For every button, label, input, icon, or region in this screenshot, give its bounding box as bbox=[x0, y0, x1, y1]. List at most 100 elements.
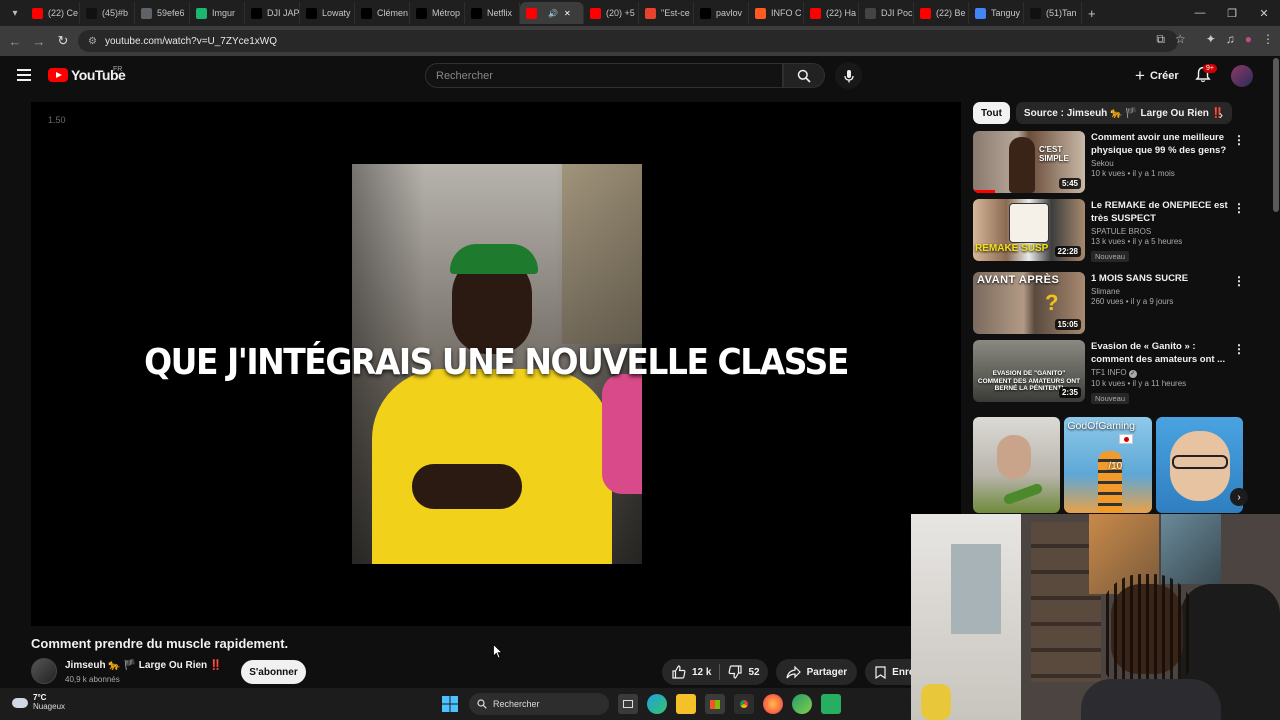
video-title[interactable]: Comment avoir une meilleure physique que… bbox=[1091, 131, 1231, 157]
video-thumbnail[interactable]: REMAKE SUSP 22:28 bbox=[973, 199, 1085, 261]
app-icon[interactable] bbox=[821, 694, 841, 714]
recommendation-item[interactable]: EVASION DE "GANITO" COMMENT DES AMATEURS… bbox=[973, 340, 1263, 404]
browser-tab[interactable]: Clémen bbox=[355, 2, 410, 24]
browser-tab[interactable]: (51)Tan bbox=[1024, 2, 1082, 24]
browser-tab[interactable]: (20) +5 bbox=[584, 2, 639, 24]
video-player[interactable]: 1.50 QUE J'INTÉGRAIS UNE NOUVELLE CLASSE bbox=[31, 102, 961, 626]
thumbs-up-icon[interactable] bbox=[672, 665, 686, 679]
media-controls-icon[interactable]: ♫ bbox=[1226, 32, 1235, 47]
thumbnail-text: C'EST SIMPLE bbox=[1039, 145, 1069, 163]
search-input[interactable]: Rechercher bbox=[425, 63, 783, 88]
extensions-icon[interactable]: ✦ bbox=[1206, 32, 1216, 47]
channel-name[interactable]: TF1 INFO ✓ bbox=[1091, 368, 1231, 378]
audio-playing-icon[interactable]: 🔊 bbox=[548, 9, 558, 18]
recommendation-item[interactable]: AVANT APRÈS ? 15:05 1 MOIS SANS SUCRE Sl… bbox=[973, 272, 1263, 334]
browser-tab[interactable]: 59efe6 bbox=[135, 2, 190, 24]
close-tab-icon[interactable]: ✕ bbox=[564, 9, 571, 18]
video-thumbnail[interactable]: EVASION DE "GANITO" COMMENT DES AMATEURS… bbox=[973, 340, 1085, 402]
chip-all[interactable]: Tout bbox=[973, 102, 1010, 124]
firefox-icon[interactable] bbox=[763, 694, 783, 714]
thumbnail-text: AVANT APRÈS bbox=[977, 274, 1060, 286]
tiktok-icon bbox=[1030, 7, 1041, 19]
like-count[interactable]: 12 k bbox=[692, 667, 711, 678]
page-scrollbar[interactable] bbox=[1273, 58, 1279, 212]
chip-source[interactable]: Source : Jimseuh 🐆 🏴 Large Ou Rien ‼️ bbox=[1015, 102, 1233, 124]
thumbs-down-icon[interactable] bbox=[728, 665, 743, 679]
chrome-icon[interactable] bbox=[734, 694, 754, 714]
imgur-icon bbox=[196, 7, 207, 19]
windows-start-icon[interactable] bbox=[440, 694, 460, 714]
channel-name[interactable]: Sekou bbox=[1091, 159, 1231, 168]
browser-tab[interactable]: (22) Be bbox=[914, 2, 969, 24]
recommendation-item[interactable]: REMAKE SUSP 22:28 Le REMAKE de ONEPIECE … bbox=[973, 199, 1263, 262]
channel-name[interactable]: SPATULE BROS bbox=[1091, 227, 1231, 236]
browser-tab[interactable]: DJI Poc bbox=[859, 2, 914, 24]
more-actions-icon[interactable]: ⋮ bbox=[1233, 133, 1245, 147]
install-app-icon[interactable]: ⧉ bbox=[1156, 32, 1165, 47]
browser-tab[interactable]: "Est-ce bbox=[639, 2, 694, 24]
channel-avatar[interactable] bbox=[31, 658, 57, 684]
video-meta: 260 vues • il y a 9 jours bbox=[1091, 297, 1174, 306]
url-text: youtube.com/watch?v=U_7ZYce1xWQ bbox=[104, 35, 277, 47]
profile-icon[interactable]: ● bbox=[1245, 32, 1252, 47]
video-thumbnail[interactable]: C'EST SIMPLE 5:45 bbox=[973, 131, 1085, 193]
share-button[interactable]: Partager bbox=[775, 659, 858, 685]
youtube-icon bbox=[32, 7, 43, 19]
x-icon bbox=[416, 7, 427, 19]
browser-tab[interactable]: DJI JAP bbox=[245, 2, 300, 24]
video-title[interactable]: 1 MOIS SANS SUCRE bbox=[1091, 272, 1231, 285]
url-field[interactable]: ⚙ youtube.com/watch?v=U_7ZYce1xWQ bbox=[78, 30, 1178, 52]
video-thumbnail[interactable]: AVANT APRÈS ? 15:05 bbox=[973, 272, 1085, 334]
channel-name[interactable]: Jimseuh 🐆 🏴 Large Ou Rien ‼️ bbox=[65, 660, 222, 671]
browser-tab[interactable]: (22) Ha bbox=[804, 2, 859, 24]
close-icon[interactable]: ✕ bbox=[1248, 7, 1280, 20]
more-actions-icon[interactable]: ⋮ bbox=[1233, 274, 1245, 288]
back-icon[interactable]: ← bbox=[3, 34, 27, 49]
chevron-right-icon[interactable]: › bbox=[1219, 108, 1223, 122]
minimize-icon[interactable]: — bbox=[1184, 7, 1216, 19]
site-info-icon[interactable]: ⚙ bbox=[88, 36, 97, 47]
more-actions-icon[interactable]: ⋮ bbox=[1233, 342, 1245, 356]
tab-search-chevron-icon[interactable]: ▾ bbox=[4, 3, 26, 23]
browser-tab[interactable]: 🔊 ✕ bbox=[520, 2, 584, 24]
create-button[interactable]: + Créer bbox=[1125, 64, 1189, 88]
browser-tab[interactable]: (22) Ce bbox=[26, 2, 80, 24]
short-thumbnail[interactable] bbox=[973, 417, 1061, 513]
forward-icon[interactable]: → bbox=[27, 34, 51, 49]
video-title[interactable]: Evasion de « Ganito » : comment des amat… bbox=[1091, 340, 1231, 366]
search-button[interactable] bbox=[783, 63, 825, 88]
bookmark-star-icon[interactable]: ☆ bbox=[1175, 32, 1186, 47]
short-thumbnail[interactable]: GodOfGaming /10 bbox=[1064, 417, 1152, 513]
taskbar-search[interactable]: Rechercher bbox=[469, 693, 609, 715]
restore-icon[interactable]: ❐ bbox=[1216, 7, 1248, 20]
channel-name[interactable]: Slimane bbox=[1091, 287, 1231, 296]
file-explorer-icon[interactable] bbox=[676, 694, 696, 714]
hamburger-menu-icon[interactable] bbox=[17, 69, 31, 81]
browser-tab[interactable]: (45)#b bbox=[80, 2, 135, 24]
menu-dots-icon[interactable]: ⋮ bbox=[1262, 32, 1274, 47]
subscribe-button[interactable]: S'abonner bbox=[241, 660, 306, 684]
browser-tab[interactable]: pavlov bbox=[694, 2, 749, 24]
new-tab-button[interactable]: + bbox=[1082, 2, 1102, 24]
browser-tab[interactable]: Métrop bbox=[410, 2, 465, 24]
weather-widget[interactable]: 7°C Nuageux bbox=[12, 693, 65, 712]
store-icon[interactable] bbox=[705, 694, 725, 714]
browser-tab[interactable]: Lowaty bbox=[300, 2, 355, 24]
tab-label: INFO C bbox=[771, 8, 802, 18]
voice-search-button[interactable] bbox=[835, 62, 862, 89]
edge-icon[interactable] bbox=[647, 694, 667, 714]
edge-dev-icon[interactable] bbox=[792, 694, 812, 714]
browser-tab[interactable]: Tanguy bbox=[969, 2, 1024, 24]
recommendation-item[interactable]: C'EST SIMPLE 5:45 Comment avoir une meil… bbox=[973, 131, 1263, 193]
more-actions-icon[interactable]: ⋮ bbox=[1233, 201, 1245, 215]
account-avatar[interactable] bbox=[1231, 65, 1253, 87]
task-view-icon[interactable] bbox=[618, 694, 638, 714]
shorts-next-arrow-icon[interactable]: › bbox=[1230, 488, 1248, 506]
reload-icon[interactable]: ↻ bbox=[51, 33, 75, 49]
video-title[interactable]: Le REMAKE de ONEPIECE est très SUSPECT bbox=[1091, 199, 1231, 225]
globe-icon bbox=[141, 7, 152, 19]
plus-icon: + bbox=[1135, 66, 1145, 85]
browser-tab[interactable]: Imgur bbox=[190, 2, 245, 24]
browser-tab[interactable]: Netflix bbox=[465, 2, 520, 24]
browser-tab[interactable]: INFO C bbox=[749, 2, 804, 24]
